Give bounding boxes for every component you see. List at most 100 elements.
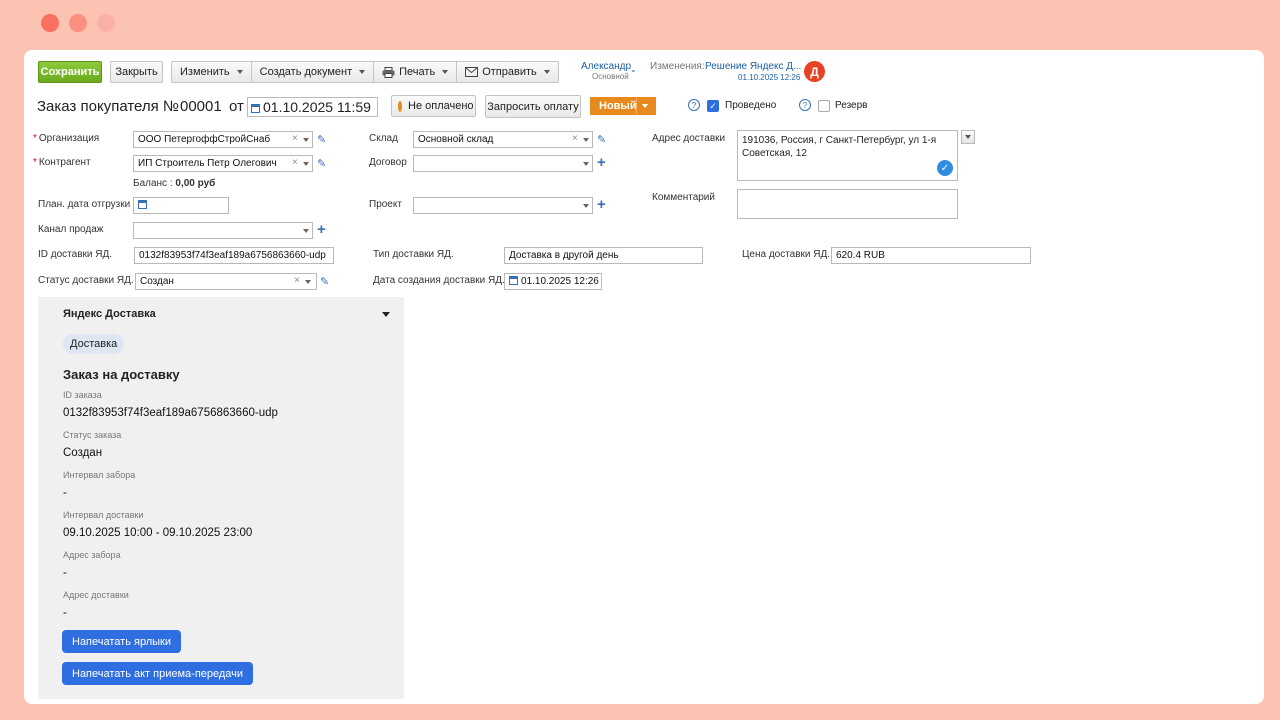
sales-channel-label: Канал продаж: [38, 224, 104, 235]
chevron-down-icon[interactable]: [303, 229, 309, 233]
close-button[interactable]: Закрыть: [110, 61, 163, 83]
changes-link[interactable]: Решение Яндекс Д...: [705, 61, 801, 72]
create-document-menu-button[interactable]: Создать документ: [252, 62, 375, 82]
chevron-down-icon: [543, 70, 550, 74]
edit-pencil-icon[interactable]: ✎: [317, 157, 326, 170]
print-act-button[interactable]: Напечатать акт приема-передачи: [62, 662, 254, 685]
print-labels-button[interactable]: Напечатать ярлыки: [62, 630, 181, 653]
document-datetime: 01.10.2025 11:59: [263, 99, 371, 115]
ship-date-field[interactable]: [133, 197, 229, 214]
print-menu-button[interactable]: Печать: [374, 62, 458, 82]
user-menu[interactable]: Александр: [581, 61, 631, 72]
delivery-address-field[interactable]: 191036, Россия, г Санкт-Петербург, ул 1-…: [737, 130, 958, 181]
yd-price-label: Цена доставки ЯД.: [742, 249, 831, 260]
chevron-down-icon[interactable]: [583, 162, 589, 166]
chevron-down-icon[interactable]: [303, 162, 309, 166]
chevron-down-icon[interactable]: [305, 280, 311, 284]
save-button[interactable]: Сохранить: [38, 61, 102, 83]
create-document-label: Создать документ: [259, 66, 353, 78]
user-role: Основной: [592, 72, 629, 81]
yd-status-select[interactable]: Создан ×: [135, 273, 317, 290]
payment-status-label: Не оплачено: [408, 100, 474, 112]
project-label: Проект: [369, 199, 402, 210]
app-window: Сохранить Закрыть Изменить Создать докум…: [24, 50, 1264, 704]
maximize-window-dot[interactable]: [97, 14, 115, 32]
calendar-icon[interactable]: [138, 200, 147, 209]
order-status-value: Создан: [63, 447, 103, 459]
change-label: Изменить: [180, 66, 230, 78]
delivery-address-value: 191036, Россия, г Санкт-Петербург, ул 1-…: [742, 135, 937, 159]
yd-price-field[interactable]: 620.4 RUB: [831, 247, 1031, 264]
chevron-down-icon[interactable]: [583, 138, 589, 142]
contract-select[interactable]: [413, 155, 593, 172]
clear-icon[interactable]: ×: [292, 157, 298, 168]
document-number: 00001: [180, 98, 222, 115]
delivery-interval-value: 09.10.2025 10:00 - 09.10.2025 23:00: [63, 527, 253, 539]
add-plus-icon[interactable]: +: [597, 155, 606, 170]
edit-pencil-icon[interactable]: ✎: [320, 275, 329, 288]
posted-checkbox[interactable]: ✓: [707, 100, 719, 112]
project-select[interactable]: [413, 197, 593, 214]
add-plus-icon[interactable]: +: [597, 197, 606, 212]
pickup-address-label: Адрес забора: [63, 550, 121, 560]
organization-value: ООО ПетергоффСтройСнаб: [138, 134, 271, 145]
order-status-dropdown[interactable]: Новый: [590, 97, 656, 115]
minimize-window-dot[interactable]: [69, 14, 87, 32]
changes-label: Изменения:: [650, 61, 705, 72]
yd-id-label: ID доставки ЯД.: [38, 249, 113, 260]
window-controls: [41, 14, 115, 32]
help-icon[interactable]: ?: [799, 99, 811, 111]
yd-created-value: 01.10.2025 12:26: [521, 276, 599, 287]
add-plus-icon[interactable]: +: [317, 222, 326, 237]
balance: Баланс : 0,00 руб: [133, 178, 215, 189]
payment-status-button[interactable]: Не оплачено: [391, 95, 476, 117]
help-glyph: ?: [691, 100, 697, 110]
warehouse-value: Основной склад: [418, 134, 494, 145]
close-window-dot[interactable]: [41, 14, 59, 32]
clear-icon[interactable]: ×: [292, 133, 298, 144]
send-menu-button[interactable]: Отправить: [457, 62, 558, 82]
edit-pencil-icon[interactable]: ✎: [597, 133, 606, 146]
sales-channel-select[interactable]: [133, 222, 313, 239]
yd-created-label: Дата создания доставки ЯД.: [373, 275, 505, 286]
edit-pencil-icon[interactable]: ✎: [317, 133, 326, 146]
delivery-interval-label: Интервал доставки: [63, 510, 144, 520]
close-label: Закрыть: [115, 66, 158, 78]
contractor-label: * Контрагент: [33, 157, 91, 168]
contractor-select[interactable]: ИП Строитель Петр Олегович ×: [133, 155, 313, 172]
ship-date-label: План. дата отгрузки: [38, 199, 131, 210]
chevron-down-icon: [442, 70, 449, 74]
warehouse-select[interactable]: Основной склад ×: [413, 131, 593, 148]
comment-field[interactable]: [737, 189, 958, 219]
chevron-down-icon[interactable]: ⌄: [630, 65, 637, 74]
request-payment-button[interactable]: Запросить оплату: [485, 95, 581, 118]
chevron-down-icon: [359, 70, 366, 74]
send-label: Отправить: [482, 66, 537, 78]
collapse-chevron-icon[interactable]: [382, 312, 390, 317]
reserve-checkbox[interactable]: [818, 100, 830, 112]
chevron-down-icon: [236, 70, 243, 74]
contractor-value: ИП Строитель Петр Олегович: [138, 158, 277, 169]
organization-select[interactable]: ООО ПетергоффСтройСнаб ×: [133, 131, 313, 148]
order-id-label: ID заказа: [63, 390, 102, 400]
delivery-tab-chip[interactable]: Доставка: [63, 334, 125, 354]
panel-title: Яндекс Доставка: [63, 308, 156, 320]
chevron-down-icon[interactable]: [583, 204, 589, 208]
clear-icon[interactable]: ×: [294, 275, 300, 286]
chevron-down-icon[interactable]: [303, 138, 309, 142]
pickup-address-value: -: [63, 567, 67, 579]
reserve-label: Резерв: [835, 100, 868, 111]
yd-type-field[interactable]: Доставка в другой день: [504, 247, 703, 264]
clear-icon[interactable]: ×: [572, 133, 578, 144]
yd-id-field[interactable]: 0132f83953f74f3eaf189a6756863660-udp: [134, 247, 334, 264]
yd-created-field[interactable]: 01.10.2025 12:26: [504, 273, 602, 290]
change-menu-button[interactable]: Изменить: [172, 62, 252, 82]
contractor-label-text: Контрагент: [38, 157, 91, 168]
order-status-key: Статус заказа: [63, 430, 122, 440]
document-datetime-field[interactable]: 01.10.2025 11:59: [247, 97, 378, 117]
address-expand-button[interactable]: [961, 130, 975, 144]
yd-status-label: Статус доставки ЯД.: [38, 275, 134, 286]
calendar-icon: [509, 276, 518, 285]
help-icon[interactable]: ?: [688, 99, 700, 111]
yd-type-label: Тип доставки ЯД.: [373, 249, 454, 260]
